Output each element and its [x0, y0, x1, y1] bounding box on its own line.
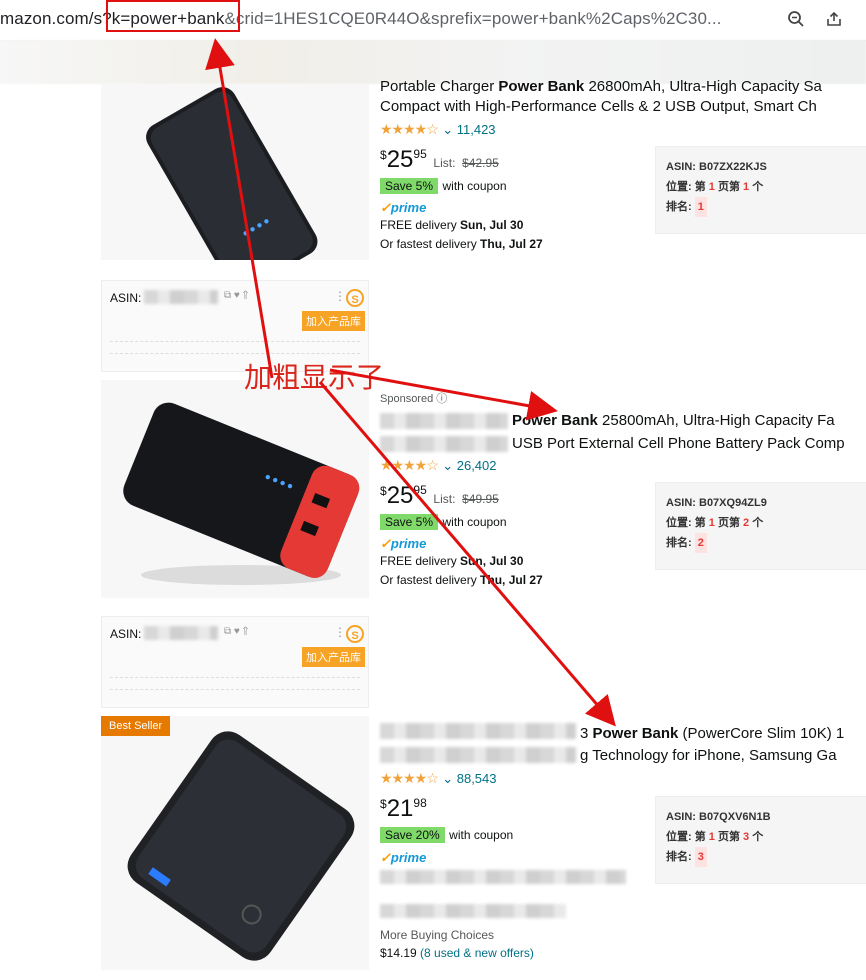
arrow-to-url [205, 38, 274, 379]
annotation-arrows [205, 38, 616, 727]
arrow-to-title-3 [318, 381, 616, 727]
arrow-to-title-2 [329, 368, 558, 421]
